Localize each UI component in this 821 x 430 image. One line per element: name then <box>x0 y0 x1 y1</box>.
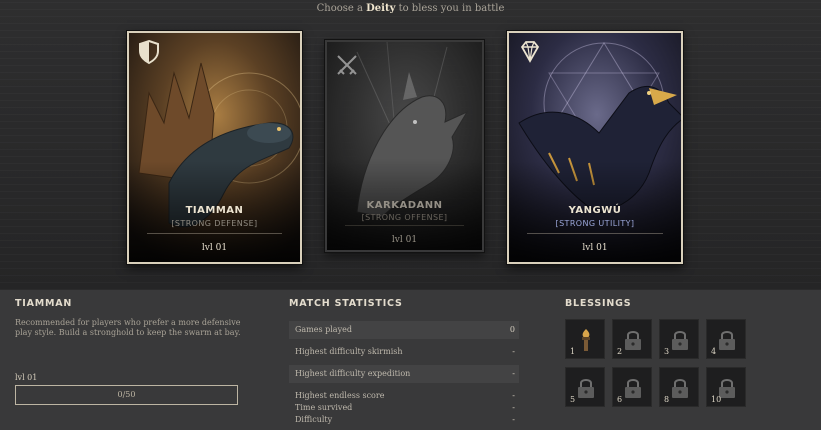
lock-icon <box>719 331 735 350</box>
stat-label: Highest difficulty skirmish <box>295 347 403 356</box>
blessing-slot-10[interactable]: 10 <box>706 367 746 407</box>
stat-label: Time survived <box>295 403 353 412</box>
blessing-number: 4 <box>711 347 717 356</box>
stat-row-highest-skirmish: Highest difficulty skirmish - <box>289 343 519 361</box>
stat-value: - <box>512 403 515 412</box>
shield-icon <box>139 39 159 65</box>
tiamman-artwork <box>129 33 300 262</box>
stat-value: - <box>512 347 515 356</box>
blessing-number: 5 <box>570 395 576 404</box>
heading-suffix: to bless you in battle <box>395 3 505 14</box>
card-name: TIAMMAN <box>185 205 244 216</box>
blessing-number: 1 <box>570 347 576 356</box>
stat-value: - <box>512 415 515 424</box>
stat-label: Games played <box>295 325 352 334</box>
stat-label: Highest endless score <box>295 391 385 400</box>
card-divider <box>147 233 282 234</box>
card-divider <box>345 225 464 226</box>
torch-icon <box>582 329 590 351</box>
blessing-slot-3[interactable]: 3 <box>659 319 699 359</box>
xp-progress-bar: 0/50 <box>15 385 238 405</box>
blessings-title: BLESSINGS <box>565 298 632 309</box>
lock-icon <box>578 379 594 398</box>
blessing-slot-1[interactable]: 1 <box>565 319 605 359</box>
card-name: KARKADANN <box>366 200 443 211</box>
stat-value: - <box>512 369 515 378</box>
yangwu-artwork <box>509 33 681 262</box>
crossed-swords-icon <box>337 55 357 75</box>
card-level: lvl 01 <box>582 243 608 253</box>
stat-row-time-survived: Time survived - <box>289 402 519 414</box>
stat-value: - <box>512 391 515 400</box>
stat-row-games-played: Games played 0 <box>289 321 519 339</box>
stat-row-difficulty: Difficulty - <box>289 414 519 426</box>
stat-row-endless-score: Highest endless score - <box>289 390 519 402</box>
deity-selection-area: Choose a Deity to bless you in battle TI… <box>0 0 821 290</box>
stat-label: Highest difficulty expedition <box>295 369 411 378</box>
card-level: lvl 01 <box>201 243 228 253</box>
lock-icon <box>672 331 688 350</box>
card-name: YANGWÚ <box>568 205 622 216</box>
lock-icon <box>672 379 688 398</box>
heading-accent: Deity <box>366 3 396 14</box>
blessing-slot-5[interactable]: 5 <box>565 367 605 407</box>
diamond-icon <box>520 41 540 63</box>
card-subtitle: [STRONG OFFENSE] <box>361 213 448 222</box>
blessing-slot-8[interactable]: 8 <box>659 367 699 407</box>
blessing-number: 3 <box>664 347 670 356</box>
lock-icon <box>625 331 641 350</box>
card-level: lvl 01 <box>391 235 418 245</box>
blessing-number: 10 <box>711 395 722 404</box>
blessing-slot-4[interactable]: 4 <box>706 319 746 359</box>
card-subtitle: [STRONG UTILITY] <box>555 219 635 228</box>
blessing-number: 2 <box>617 347 623 356</box>
stat-value: 0 <box>509 325 515 334</box>
deity-title: TIAMMAN <box>15 298 73 309</box>
stats-title: MATCH STATISTICS <box>289 298 403 309</box>
lock-icon <box>625 379 641 398</box>
deity-description: Recommended for players who prefer a mor… <box>15 318 241 337</box>
deity-card-yangwu[interactable]: YANGWÚ [STRONG UTILITY] lvl 01 <box>507 31 683 264</box>
xp-progress-text: 0/50 <box>117 390 136 399</box>
blessing-number: 6 <box>617 395 623 404</box>
stat-label: Difficulty <box>295 415 333 424</box>
stat-row-highest-expedition: Highest difficulty expedition - <box>289 365 519 383</box>
blessing-number: 8 <box>664 395 670 404</box>
deity-level-label: lvl 01 <box>15 373 38 382</box>
details-panel: TIAMMAN Recommended for players who pref… <box>0 290 821 430</box>
deity-card-karkadann[interactable]: KARKADANN [STRONG OFFENSE] lvl 01 <box>325 40 484 252</box>
blessing-slot-6[interactable]: 6 <box>612 367 652 407</box>
heading-prefix: Choose a <box>316 3 367 14</box>
card-subtitle: [STRONG DEFENSE] <box>171 219 258 228</box>
page-heading: Choose a Deity to bless you in battle <box>0 3 821 14</box>
deity-card-tiamman[interactable]: TIAMMAN [STRONG DEFENSE] lvl 01 <box>127 31 302 264</box>
blessing-slot-2[interactable]: 2 <box>612 319 652 359</box>
card-divider <box>527 233 663 234</box>
